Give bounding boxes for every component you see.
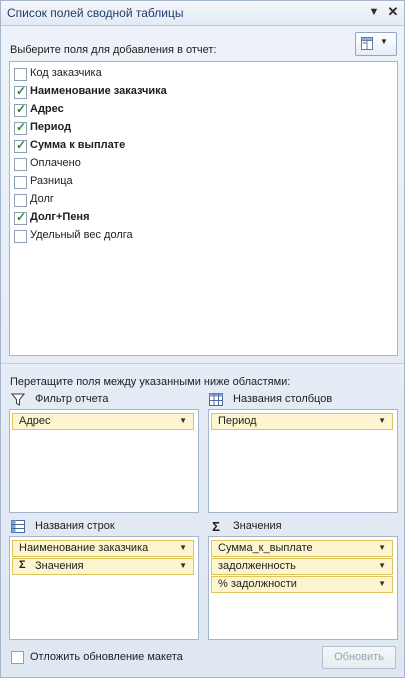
- columns-area-label: Названия столбцов: [233, 393, 333, 405]
- field-label: Период: [30, 121, 72, 133]
- field-label: Разница: [30, 175, 73, 187]
- field-checkbox[interactable]: ✓: [14, 102, 27, 117]
- pane-title: Список полей сводной таблицы: [7, 6, 184, 20]
- field-label: Наименование заказчика: [30, 85, 167, 97]
- field-label: Удельный вес долга: [30, 229, 133, 241]
- columns-area-header: Названия столбцов: [209, 392, 399, 408]
- chip-label: Период: [218, 415, 257, 427]
- field-label: Оплачено: [30, 157, 81, 169]
- field-checkbox[interactable]: [14, 176, 27, 189]
- drag-fields-label: Перетащите поля между указанными ниже об…: [10, 376, 291, 388]
- rows-area-header: Названия строк: [11, 519, 191, 535]
- filter-area[interactable]: Адрес ▼: [9, 409, 199, 513]
- field-checkbox[interactable]: ✓: [14, 120, 27, 135]
- field-label: Долг+Пеня: [30, 211, 90, 223]
- update-button[interactable]: Обновить: [322, 646, 396, 669]
- chevron-down-icon[interactable]: ▼: [378, 543, 386, 552]
- field-label: Сумма к выплате: [30, 139, 126, 151]
- checkmark-icon: ✓: [16, 120, 27, 134]
- rows-area-label: Названия строк: [35, 520, 115, 532]
- checkmark-icon: ✓: [16, 138, 27, 152]
- chevron-down-icon: ▼: [380, 37, 388, 46]
- defer-update-label: Отложить обновление макета: [30, 651, 183, 663]
- filter-icon: [11, 393, 25, 406]
- field-checkbox[interactable]: [14, 68, 27, 81]
- chip-label: Значения: [35, 560, 84, 572]
- value-chip-sum-to-pay[interactable]: Сумма_к_выплате ▼: [211, 540, 393, 557]
- rows-area[interactable]: Наименование заказчика ▼ Σ Значения ▼: [9, 536, 199, 640]
- filter-area-header: Фильтр отчета: [11, 392, 191, 408]
- chip-label: Адрес: [19, 415, 51, 427]
- value-chip-debt[interactable]: задолженность ▼: [211, 558, 393, 575]
- field-checkbox[interactable]: ✓: [14, 84, 27, 99]
- field-checkbox[interactable]: ✓: [14, 210, 27, 225]
- chevron-down-icon[interactable]: ▼: [179, 543, 187, 552]
- pane-splitter[interactable]: [1, 363, 404, 368]
- layout-icon: [361, 37, 373, 50]
- chip-label: % задолжности: [218, 578, 297, 590]
- checkmark-icon: ✓: [16, 84, 27, 98]
- column-chip-period[interactable]: Период ▼: [211, 413, 393, 430]
- title-bar: Список полей сводной таблицы ▼ ✕: [1, 1, 404, 26]
- chevron-down-icon[interactable]: ▼: [179, 416, 187, 425]
- field-label: Адрес: [30, 103, 64, 115]
- sigma-icon: Σ: [212, 519, 220, 534]
- pivot-field-list-pane: Список полей сводной таблицы ▼ ✕ Выберит…: [0, 0, 405, 678]
- row-labels-icon: [11, 520, 25, 533]
- field-list-layout-button[interactable]: ▼: [355, 32, 397, 56]
- field-checkbox[interactable]: [14, 194, 27, 207]
- chip-label: Наименование заказчика: [19, 542, 149, 554]
- field-checkbox[interactable]: ✓: [14, 138, 27, 153]
- chevron-down-icon[interactable]: ▼: [378, 561, 386, 570]
- chevron-down-icon[interactable]: ▼: [378, 416, 386, 425]
- checkmark-icon: ✓: [16, 102, 27, 116]
- chevron-down-icon[interactable]: ▼: [367, 5, 381, 19]
- value-chip-debt-percent[interactable]: % задолжности ▼: [211, 576, 393, 593]
- values-area[interactable]: Сумма_к_выплате ▼ задолженность ▼ % задо…: [208, 536, 398, 640]
- sigma-icon: Σ: [19, 559, 26, 571]
- chevron-down-icon[interactable]: ▼: [179, 561, 187, 570]
- columns-area[interactable]: Период ▼: [208, 409, 398, 513]
- defer-update-checkbox[interactable]: [11, 651, 24, 664]
- close-icon[interactable]: ✕: [386, 5, 400, 19]
- field-checkbox[interactable]: [14, 230, 27, 243]
- checkmark-icon: ✓: [16, 210, 27, 224]
- field-label: Код заказчика: [30, 67, 102, 79]
- values-area-header: Σ Значения: [209, 519, 399, 535]
- field-checkbox[interactable]: [14, 158, 27, 171]
- chip-label: задолженность: [218, 560, 296, 572]
- choose-fields-label: Выберите поля для добавления в отчет:: [10, 44, 217, 56]
- values-area-label: Значения: [233, 520, 282, 532]
- chevron-down-icon[interactable]: ▼: [378, 579, 386, 588]
- row-chip-customer-name[interactable]: Наименование заказчика ▼: [12, 540, 194, 557]
- chip-label: Сумма_к_выплате: [218, 542, 313, 554]
- column-labels-icon: [209, 393, 223, 406]
- filter-chip-address[interactable]: Адрес ▼: [12, 413, 194, 430]
- field-label: Долг: [30, 193, 54, 205]
- row-chip-values[interactable]: Σ Значения ▼: [12, 558, 194, 575]
- filter-area-label: Фильтр отчета: [35, 393, 109, 405]
- field-list: Код заказчика ✓ Наименование заказчика ✓…: [9, 61, 398, 356]
